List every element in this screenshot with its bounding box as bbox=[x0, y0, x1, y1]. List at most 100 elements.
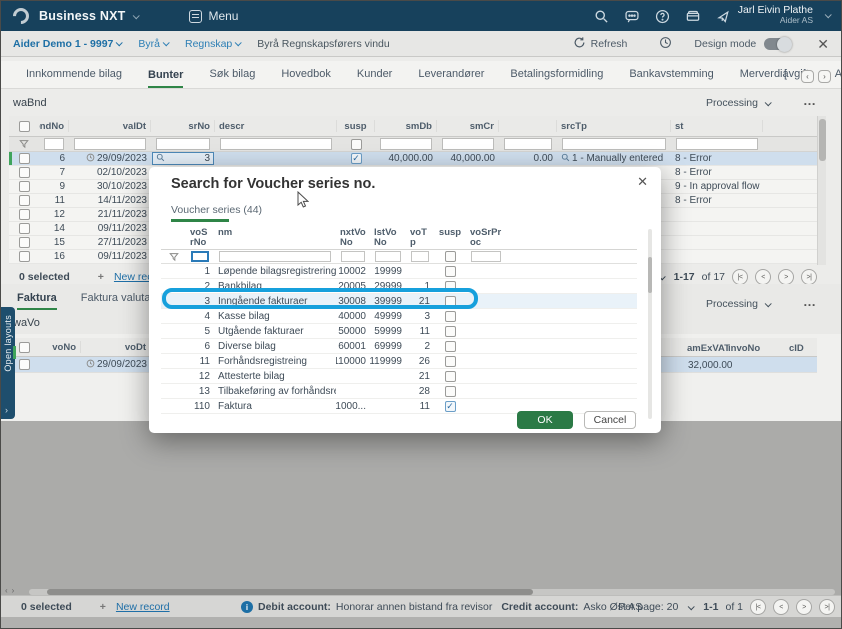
tab-kunder[interactable]: Kunder bbox=[357, 68, 392, 88]
row-checkbox[interactable] bbox=[19, 359, 30, 370]
invoice-processing-dropdown[interactable]: Processing bbox=[706, 298, 773, 310]
tab-bankavstemming[interactable]: Bankavstemming bbox=[629, 68, 713, 88]
voucher-row-4[interactable]: 4 Kasse bilag 40000 49999 3 bbox=[161, 309, 637, 324]
filter-descr-input[interactable] bbox=[220, 138, 332, 150]
filter-bndNo-input[interactable] bbox=[44, 138, 64, 150]
filter-susp-checkbox[interactable] bbox=[351, 139, 362, 150]
modal-vscrollbar-thumb[interactable] bbox=[648, 257, 652, 293]
susp-checkbox[interactable] bbox=[445, 311, 456, 322]
help-icon[interactable] bbox=[655, 9, 670, 24]
filter-srNo-input[interactable] bbox=[156, 138, 210, 150]
row-checkbox[interactable] bbox=[19, 167, 30, 178]
vscrollbar-thumb[interactable] bbox=[819, 119, 826, 161]
susp-checkbox[interactable] bbox=[445, 356, 456, 367]
susp-checkbox[interactable] bbox=[445, 386, 456, 397]
first-page-button[interactable]: |< bbox=[750, 599, 766, 615]
open-layouts-tab[interactable]: Open layouts › bbox=[1, 307, 15, 419]
menu-button[interactable]: Menu bbox=[189, 9, 238, 23]
user-chevron-down-icon[interactable] bbox=[825, 11, 832, 18]
voucher-row-11[interactable]: 11 Forhåndsregistreing 110000 119999 26 bbox=[161, 354, 637, 369]
col-smCr[interactable]: smCr bbox=[437, 120, 499, 132]
tab-faktura-valuta[interactable]: Faktura valuta bbox=[81, 292, 151, 310]
row-checkbox[interactable] bbox=[19, 195, 30, 206]
col-voSrNo[interactable]: voSrNo bbox=[186, 226, 214, 249]
per-page-chevron-down-icon[interactable] bbox=[688, 603, 695, 610]
susp-checkbox[interactable] bbox=[445, 341, 456, 352]
col-cID[interactable]: cID bbox=[789, 343, 804, 354]
first-page-button[interactable]: |< bbox=[732, 269, 748, 285]
col-lstVoNo[interactable]: lstVoNo bbox=[370, 226, 406, 249]
voucher-row-13[interactable]: 13 Tilbakeføring av forhåndsreg. 28 bbox=[161, 384, 637, 399]
history-icon[interactable] bbox=[659, 36, 672, 52]
col-bndNo[interactable]: bndNo bbox=[39, 120, 69, 132]
regnskap-chevron-down-icon[interactable] bbox=[235, 39, 242, 46]
modal-close-icon[interactable]: ✕ bbox=[637, 174, 648, 190]
filter-nxtVoNo-input[interactable] bbox=[341, 251, 365, 262]
tab-administrasjon[interactable]: Administrasjon bbox=[835, 68, 842, 88]
row-checkbox[interactable] bbox=[19, 209, 30, 220]
prev-page-button[interactable]: < bbox=[773, 599, 789, 615]
filter-srcTp-input[interactable] bbox=[562, 138, 666, 150]
wallet-icon[interactable] bbox=[685, 9, 701, 24]
filter-st-input[interactable] bbox=[676, 138, 758, 150]
col-susp[interactable]: susp bbox=[337, 120, 375, 132]
col-amExVAT[interactable]: amExVAT bbox=[687, 343, 730, 354]
invoice-more-options-icon[interactable]: … bbox=[803, 294, 817, 309]
voucher-row-6[interactable]: 6 Diverse bilag 60001 69999 2 bbox=[161, 339, 637, 354]
row-checkbox[interactable] bbox=[19, 153, 30, 164]
ok-button[interactable]: OK bbox=[517, 411, 573, 429]
filter-voSrProc-input[interactable] bbox=[471, 251, 501, 262]
company-selector[interactable]: Aider Demo 1 - 9997 bbox=[13, 38, 113, 50]
susp-checkbox[interactable] bbox=[445, 266, 456, 277]
user-menu[interactable]: Jarl Eivin Plathe Aider AS bbox=[738, 4, 813, 26]
bunt-grid-vscrollbar[interactable] bbox=[817, 116, 826, 265]
bunt-row-6[interactable]: 6 29/09/2023 3 40,000.00 40,000.00 0.00 … bbox=[9, 152, 817, 166]
tab-betalingsformidling[interactable]: Betalingsformidling bbox=[510, 68, 603, 88]
refresh-button[interactable]: Refresh bbox=[573, 36, 628, 52]
tabs-scroll-left-icon[interactable]: ‹ bbox=[801, 70, 814, 83]
filter-funnel-icon[interactable] bbox=[9, 137, 39, 151]
filter-valDt-input[interactable] bbox=[74, 138, 146, 150]
col-smDb[interactable]: smDb bbox=[375, 120, 437, 132]
tab-hovedbok[interactable]: Hovedbok bbox=[281, 68, 331, 88]
search-icon[interactable] bbox=[594, 9, 609, 24]
row-checkbox[interactable] bbox=[19, 251, 30, 262]
processing-dropdown[interactable]: Processing bbox=[706, 97, 773, 109]
next-page-button[interactable]: > bbox=[796, 599, 812, 615]
tabs-scroll-right-icon[interactable]: › bbox=[818, 70, 831, 83]
col-nxtVoNo[interactable]: nxtVoNo bbox=[336, 226, 370, 249]
col-voSrProc[interactable]: voSrProc bbox=[466, 226, 506, 249]
filter-voSrNo-input[interactable] bbox=[191, 251, 209, 262]
col-srcTp[interactable]: srcTp bbox=[557, 120, 671, 132]
col-nm[interactable]: nm bbox=[214, 226, 336, 249]
last-page-button[interactable]: >| bbox=[801, 269, 817, 285]
hscroll-arrows[interactable]: ‹› bbox=[5, 586, 18, 595]
filter-nm-input[interactable] bbox=[219, 251, 331, 262]
announcement-icon[interactable] bbox=[716, 9, 732, 24]
filter-smDb-input[interactable] bbox=[380, 138, 432, 150]
voucher-row-12[interactable]: 12 Attesterte bilag 21 bbox=[161, 369, 637, 384]
voucher-row-1[interactable]: 1 Løpende bilagsregistrering 10002 19999 bbox=[161, 264, 637, 279]
modal-tab-voucher-series[interactable]: Voucher series (44) bbox=[171, 204, 262, 216]
col-voTp[interactable]: voTp bbox=[406, 226, 434, 249]
susp-checkbox-checked[interactable] bbox=[351, 153, 362, 164]
chat-icon[interactable] bbox=[624, 9, 640, 24]
tab-bunter[interactable]: Bunter bbox=[148, 69, 183, 89]
row-checkbox[interactable] bbox=[19, 181, 30, 192]
filter-voTp-input[interactable] bbox=[411, 251, 429, 262]
design-mode-toggle[interactable] bbox=[764, 38, 791, 50]
last-page-button[interactable]: >| bbox=[819, 599, 835, 615]
filter-lstVoNo-input[interactable] bbox=[375, 251, 401, 262]
next-page-button[interactable]: > bbox=[778, 269, 794, 285]
lookup-icon[interactable] bbox=[561, 153, 570, 165]
tab-merverdiavgift[interactable]: Merverdiavgift bbox=[740, 68, 809, 88]
per-page-label[interactable]: Per page: 20 bbox=[618, 601, 678, 613]
susp-checkbox-checked[interactable] bbox=[445, 401, 456, 412]
susp-checkbox[interactable] bbox=[445, 371, 456, 382]
voucher-row-5[interactable]: 5 Utgående fakturaer 50000 59999 11 bbox=[161, 324, 637, 339]
row-checkbox[interactable] bbox=[19, 237, 30, 248]
col-descr[interactable]: descr bbox=[215, 120, 337, 132]
col-invoNo[interactable]: invoNo bbox=[728, 343, 760, 354]
tab-sok-bilag[interactable]: Søk bilag bbox=[209, 68, 255, 88]
tab-leverandorer[interactable]: Leverandører bbox=[418, 68, 484, 88]
